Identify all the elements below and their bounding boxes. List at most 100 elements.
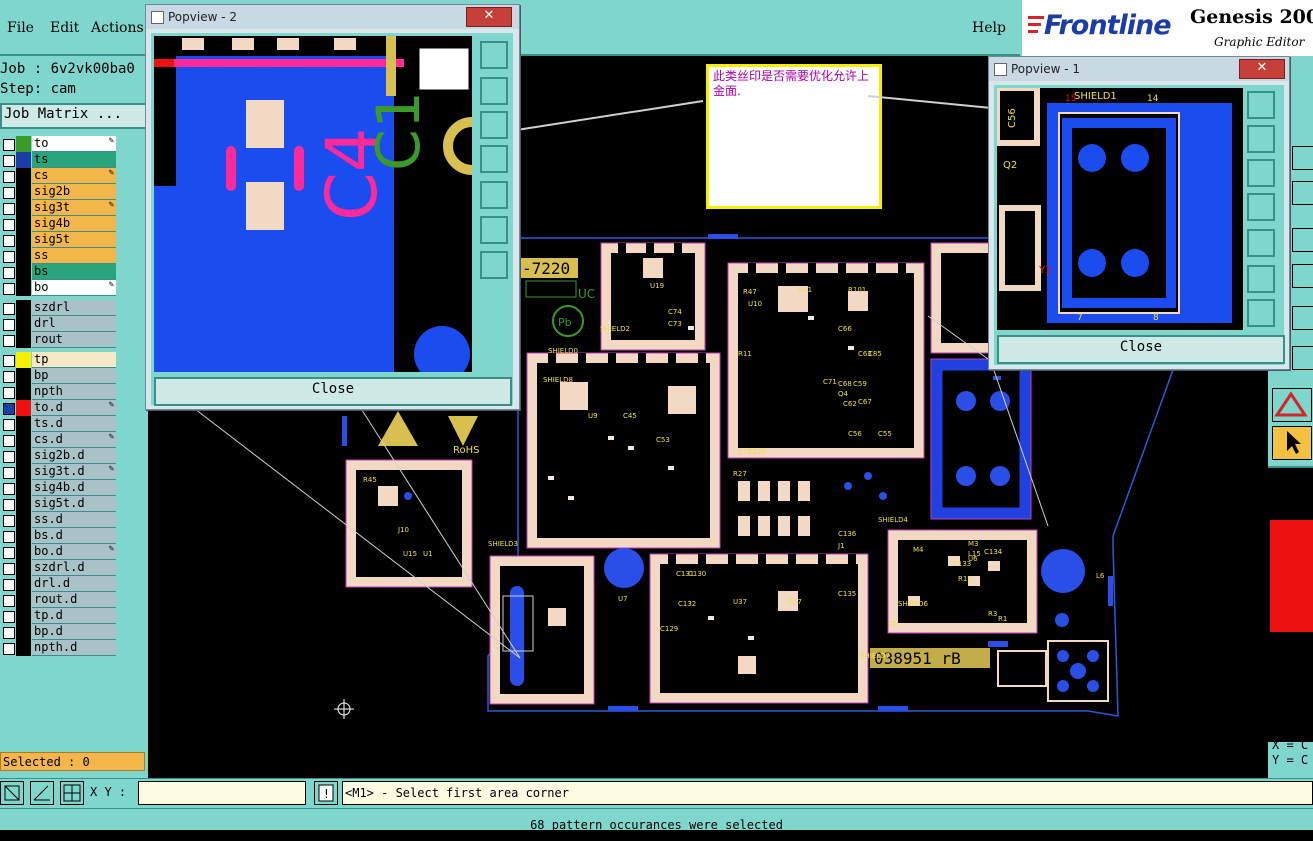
area-select-icon[interactable] bbox=[0, 781, 24, 805]
close-icon[interactable]: ✕ bbox=[1239, 59, 1285, 79]
layer-color-swatch[interactable] bbox=[16, 152, 31, 168]
layer-checkbox[interactable] bbox=[3, 499, 15, 511]
layer-color-swatch[interactable] bbox=[16, 416, 31, 432]
shape-tool-icon[interactable] bbox=[1272, 388, 1312, 422]
popview-2-window[interactable]: Popview - 2 ✕ C4 C1 Close bbox=[145, 4, 520, 410]
layer-color-swatch[interactable] bbox=[16, 576, 31, 592]
layer-color-swatch[interactable] bbox=[16, 248, 31, 264]
layer-row-rout-d[interactable]: rout.d bbox=[0, 592, 118, 608]
pan-down-icon[interactable] bbox=[480, 111, 508, 139]
layer-row-rout[interactable]: rout bbox=[0, 332, 118, 348]
layer-checkbox[interactable] bbox=[3, 155, 15, 167]
layer-color-swatch[interactable] bbox=[16, 216, 31, 232]
layer-checkbox[interactable] bbox=[3, 579, 15, 591]
select-pointer-icon[interactable] bbox=[1272, 426, 1312, 460]
pan-down-icon[interactable] bbox=[1247, 159, 1275, 187]
layer-checkbox[interactable] bbox=[3, 371, 15, 383]
mini-overview[interactable] bbox=[1268, 466, 1313, 742]
layer-row-bs[interactable]: bs bbox=[0, 264, 118, 280]
layer-color-swatch[interactable] bbox=[16, 168, 31, 184]
layer-checkbox[interactable] bbox=[3, 531, 15, 543]
pan-left-icon[interactable] bbox=[480, 145, 508, 173]
zoom-in-icon[interactable] bbox=[1247, 91, 1275, 119]
layer-checkbox[interactable] bbox=[3, 643, 15, 655]
layer-checkbox[interactable] bbox=[3, 303, 15, 315]
layer-color-swatch[interactable] bbox=[16, 608, 31, 624]
layer-color-swatch[interactable] bbox=[16, 352, 31, 368]
layer-color-swatch[interactable] bbox=[16, 432, 31, 448]
layer-checkbox[interactable] bbox=[3, 403, 15, 415]
layer-row-npth[interactable]: npth bbox=[0, 384, 118, 400]
layer-row-ts-d[interactable]: ts.d bbox=[0, 416, 118, 432]
layer-row-sig4b-d[interactable]: sig4b.d bbox=[0, 480, 118, 496]
measure-tool-icon[interactable] bbox=[1292, 306, 1313, 330]
layer-checkbox[interactable] bbox=[3, 387, 15, 399]
close-icon[interactable]: ✕ bbox=[466, 7, 512, 27]
layer-row-sig5t-d[interactable]: sig5t.d bbox=[0, 496, 118, 512]
layer-checkbox[interactable] bbox=[3, 171, 15, 183]
layer-color-swatch[interactable] bbox=[16, 512, 31, 528]
layer-checkbox[interactable] bbox=[3, 355, 15, 367]
pan-tool-icon[interactable] bbox=[1292, 228, 1313, 252]
layer-row-drl[interactable]: drl bbox=[0, 316, 118, 332]
layer-color-swatch[interactable] bbox=[16, 332, 31, 348]
layer-color-swatch[interactable] bbox=[16, 480, 31, 496]
layer-row-sig5t[interactable]: sig5t bbox=[0, 232, 118, 248]
layer-color-swatch[interactable] bbox=[16, 640, 31, 656]
menu-edit[interactable]: Edit bbox=[50, 20, 79, 36]
layer-checkbox[interactable] bbox=[3, 627, 15, 639]
layer-color-swatch[interactable] bbox=[16, 300, 31, 316]
fit-icon[interactable] bbox=[1247, 265, 1275, 293]
zoom-out-icon[interactable] bbox=[1247, 299, 1275, 327]
layer-row-bp[interactable]: bp bbox=[0, 368, 118, 384]
layer-checkbox[interactable] bbox=[3, 611, 15, 623]
xy-input[interactable] bbox=[138, 781, 306, 805]
layer-color-swatch[interactable] bbox=[16, 200, 31, 216]
popview-2-titlebar[interactable]: Popview - 2 bbox=[146, 5, 519, 29]
layer-tool-icon[interactable] bbox=[1292, 146, 1313, 170]
zoom-out-icon[interactable] bbox=[480, 251, 508, 279]
layer-row-to[interactable]: to ✎ bbox=[0, 136, 118, 152]
layer-row-tp[interactable]: tp bbox=[0, 352, 118, 368]
layer-color-swatch[interactable] bbox=[16, 592, 31, 608]
layer-color-swatch[interactable] bbox=[16, 368, 31, 384]
pan-left-icon[interactable] bbox=[1247, 193, 1275, 221]
layer-row-ts[interactable]: ts bbox=[0, 152, 118, 168]
layer-color-swatch[interactable] bbox=[16, 184, 31, 200]
layer-row-cs-d[interactable]: cs.d ✎ bbox=[0, 432, 118, 448]
layer-row-sig3t[interactable]: sig3t ✎ bbox=[0, 200, 118, 216]
layer-row-drl-d[interactable]: drl.d bbox=[0, 576, 118, 592]
layer-color-swatch[interactable] bbox=[16, 400, 31, 416]
layer-checkbox[interactable] bbox=[3, 235, 15, 247]
layer-checkbox[interactable] bbox=[3, 419, 15, 431]
info-alert-icon[interactable]: ! bbox=[314, 781, 338, 805]
layer-checkbox[interactable] bbox=[3, 187, 15, 199]
layer-color-swatch[interactable] bbox=[16, 136, 31, 152]
layer-color-swatch[interactable] bbox=[16, 624, 31, 640]
layer-row-bo[interactable]: bo ✎ bbox=[0, 280, 118, 296]
menu-file[interactable]: File bbox=[7, 20, 34, 36]
snap-tool-icon[interactable] bbox=[1292, 346, 1313, 370]
layer-color-swatch[interactable] bbox=[16, 464, 31, 480]
pan-right-icon[interactable] bbox=[1247, 229, 1275, 257]
layer-color-swatch[interactable] bbox=[16, 496, 31, 512]
popview-1-window[interactable]: Popview - 1 ✕ SHIELD1 14 15 Y1 7 8 C56 Q… bbox=[988, 56, 1290, 370]
grid-tool-icon[interactable] bbox=[60, 781, 84, 805]
layer-row-ss-d[interactable]: ss.d bbox=[0, 512, 118, 528]
layer-checkbox[interactable] bbox=[3, 451, 15, 463]
menu-help[interactable]: Help bbox=[972, 20, 1006, 36]
layer-checkbox[interactable] bbox=[3, 483, 15, 495]
layer-checkbox[interactable] bbox=[3, 595, 15, 607]
pan-up-icon[interactable] bbox=[480, 77, 508, 105]
layer-row-npth-d[interactable]: npth.d bbox=[0, 640, 118, 656]
layer-row-szdrl-d[interactable]: szdrl.d bbox=[0, 560, 118, 576]
angle-tool-icon[interactable] bbox=[30, 781, 54, 805]
layer-color-swatch[interactable] bbox=[16, 544, 31, 560]
menu-actions[interactable]: Actions bbox=[91, 20, 144, 36]
layer-checkbox[interactable] bbox=[3, 335, 15, 347]
layer-checkbox[interactable] bbox=[3, 563, 15, 575]
layer-checkbox[interactable] bbox=[3, 139, 15, 151]
layer-color-swatch[interactable] bbox=[16, 528, 31, 544]
layer-row-tp-d[interactable]: tp.d bbox=[0, 608, 118, 624]
job-matrix-button[interactable]: Job Matrix ... bbox=[0, 103, 149, 129]
